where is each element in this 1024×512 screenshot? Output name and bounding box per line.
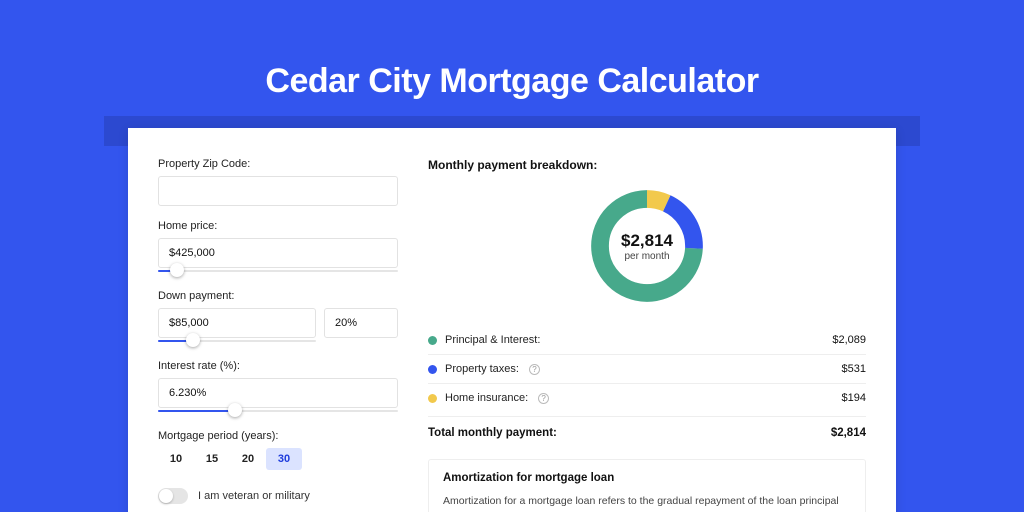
down-payment-slider[interactable] <box>158 336 316 346</box>
period-tab-15[interactable]: 15 <box>194 448 230 470</box>
breakdown-column: Monthly payment breakdown: $2,814 per mo… <box>428 158 866 512</box>
page-background: Cedar City Mortgage Calculator Property … <box>0 0 1024 512</box>
legend-left: Property taxes:? <box>428 363 540 375</box>
calculator-card: Property Zip Code: Home price: Down paym… <box>128 128 896 512</box>
interest-slider[interactable] <box>158 406 398 416</box>
breakdown-title: Monthly payment breakdown: <box>428 158 866 172</box>
total-value: $2,814 <box>831 427 866 439</box>
help-icon[interactable]: ? <box>529 364 540 375</box>
slider-fill <box>158 410 235 412</box>
slider-knob[interactable] <box>170 263 184 277</box>
donut-center: $2,814 per month <box>585 184 709 308</box>
slider-knob[interactable] <box>228 403 242 417</box>
inputs-column: Property Zip Code: Home price: Down paym… <box>158 158 398 512</box>
down-payment-input[interactable] <box>158 308 316 338</box>
home-price-input[interactable] <box>158 238 398 268</box>
legend-left: Home insurance:? <box>428 392 549 404</box>
total-row: Total monthly payment: $2,814 <box>428 416 866 453</box>
period-tab-20[interactable]: 20 <box>230 448 266 470</box>
legend-row: Principal & Interest: $2,089 <box>428 326 866 355</box>
legend-label: Property taxes: <box>445 363 519 375</box>
veteran-row: I am veteran or military <box>158 488 398 504</box>
amortization-box: Amortization for mortgage loan Amortizat… <box>428 459 866 512</box>
legend-label: Home insurance: <box>445 392 528 404</box>
down-payment-group: Down payment: <box>158 290 398 346</box>
donut-sub: per month <box>624 251 669 262</box>
donut-chart: $2,814 per month <box>585 184 709 308</box>
interest-label: Interest rate (%): <box>158 360 398 372</box>
donut-amount: $2,814 <box>621 231 673 251</box>
legend-value: $531 <box>842 363 866 375</box>
legend-value: $194 <box>842 392 866 404</box>
legend-row: Property taxes:? $531 <box>428 355 866 384</box>
down-payment-label: Down payment: <box>158 290 398 302</box>
zip-group: Property Zip Code: <box>158 158 398 206</box>
period-label: Mortgage period (years): <box>158 430 398 442</box>
down-payment-pct-input[interactable] <box>324 308 398 338</box>
legend-row: Home insurance:? $194 <box>428 384 866 416</box>
period-tab-10[interactable]: 10 <box>158 448 194 470</box>
help-icon[interactable]: ? <box>538 393 549 404</box>
legend-dot-icon <box>428 394 437 403</box>
home-price-group: Home price: <box>158 220 398 276</box>
legend-dot-icon <box>428 365 437 374</box>
zip-input[interactable] <box>158 176 398 206</box>
toggle-knob <box>159 489 173 503</box>
page-title: Cedar City Mortgage Calculator <box>0 0 1024 101</box>
home-price-slider[interactable] <box>158 266 398 276</box>
slider-track <box>158 270 398 272</box>
legend-value: $2,089 <box>832 334 866 346</box>
interest-group: Interest rate (%): <box>158 360 398 416</box>
period-group: Mortgage period (years): 10152030 <box>158 430 398 470</box>
legend-dot-icon <box>428 336 437 345</box>
breakdown-legend: Principal & Interest: $2,089 Property taxe… <box>428 326 866 416</box>
donut-chart-wrap: $2,814 per month <box>428 184 866 308</box>
zip-label: Property Zip Code: <box>158 158 398 170</box>
amortization-text: Amortization for a mortgage loan refers … <box>443 494 851 512</box>
interest-input[interactable] <box>158 378 398 408</box>
period-tab-30[interactable]: 30 <box>266 448 302 470</box>
slider-knob[interactable] <box>186 333 200 347</box>
total-label: Total monthly payment: <box>428 427 557 439</box>
period-tabs: 10152030 <box>158 448 398 470</box>
veteran-label: I am veteran or military <box>198 490 310 502</box>
amortization-title: Amortization for mortgage loan <box>443 472 851 484</box>
legend-label: Principal & Interest: <box>445 334 540 346</box>
home-price-label: Home price: <box>158 220 398 232</box>
legend-left: Principal & Interest: <box>428 334 540 346</box>
veteran-toggle[interactable] <box>158 488 188 504</box>
